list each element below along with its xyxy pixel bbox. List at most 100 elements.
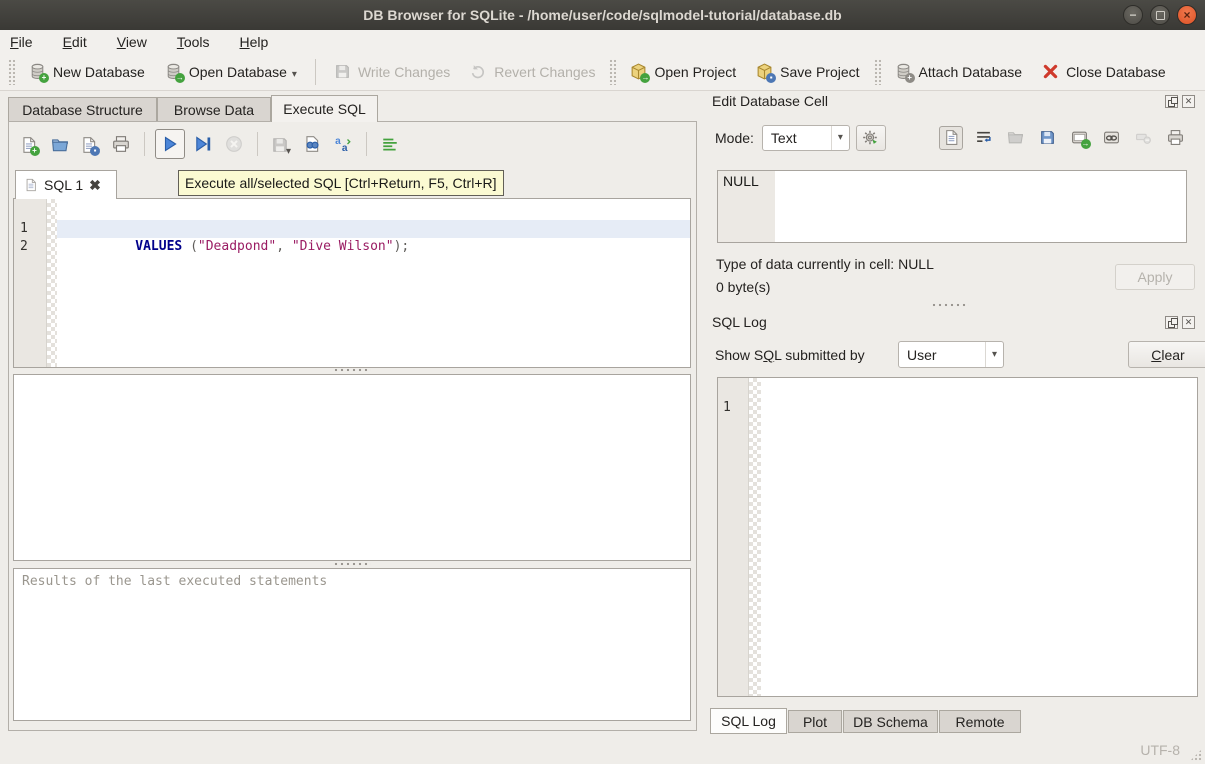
menu-tools[interactable]: Tools [177,34,210,50]
new-database-label: New Database [53,64,145,80]
bottom-tab-db-schema[interactable]: DB Schema [843,710,938,733]
query-results-grid[interactable] [13,374,691,561]
text-document-icon [943,129,960,146]
code-line-2-current[interactable]: 2VALUES ("Deadpond", "Dive Wilson"); [57,220,690,238]
clear-log-button[interactable]: Clear [1128,341,1205,368]
open-sql-file-button[interactable] [46,131,72,157]
print-sql-button[interactable] [108,131,134,157]
line-number: 2 [20,238,46,256]
bottom-tab-sql-log[interactable]: SQL Log [710,708,787,734]
save-project-button[interactable]: ▪ Save Project [746,58,869,85]
word-wrap-toggle-button[interactable] [377,131,403,157]
mode-select[interactable]: Text ▾ [762,125,850,151]
stop-execution-button[interactable] [221,131,247,157]
set-null-button[interactable] [1131,126,1155,150]
open-project-icon: → [630,63,647,80]
close-database-button[interactable]: Close Database [1032,58,1176,85]
attach-database-button[interactable]: + Attach Database [885,58,1033,85]
execute-all-icon [161,135,179,153]
new-sql-tab-button[interactable]: + [15,131,41,157]
menu-file[interactable]: File [10,34,33,50]
tab-execute-sql-label: Execute SQL [283,101,366,117]
tab-browse-data[interactable]: Browse Data [157,97,271,122]
execute-current-line-button[interactable] [190,131,216,157]
execution-status-pane[interactable]: Results of the last executed statements [13,568,691,721]
splitter-handle[interactable] [13,561,691,567]
revert-changes-button[interactable]: Revert Changes [460,58,605,85]
edit-cell-dock-title: Edit Database Cell [712,93,828,109]
bottom-tab-remote[interactable]: Remote [939,710,1021,733]
float-dock-icon[interactable] [1165,316,1178,329]
cell-editor-toolbar: → [939,124,1187,151]
cell-value-editor[interactable]: NULL [717,170,1187,243]
toolbar-drag-handle[interactable] [874,59,881,85]
close-dock-icon[interactable]: ✕ [1182,316,1195,329]
save-sql-file-button[interactable]: ▪▾ [77,131,103,157]
apply-mode-button[interactable] [856,125,886,151]
open-in-external-button[interactable]: → [1067,126,1091,150]
write-changes-button[interactable]: Write Changes [324,58,460,85]
maximize-button[interactable] [1150,5,1170,25]
save-project-icon: ▪ [756,63,773,80]
write-changes-label: Write Changes [358,64,450,80]
sql-log-view[interactable]: 1 [717,377,1198,697]
word-wrap-icon [381,135,399,153]
word-wrap-icon [975,129,992,146]
menu-view[interactable]: View [117,34,147,50]
app-window: DB Browser for SQLite - /home/user/code/… [0,0,1205,764]
find-icon [303,135,321,153]
sql-editor-tab[interactable]: SQL 1 ✖ [15,170,117,199]
open-sql-file-icon [51,136,68,153]
close-button[interactable]: × [1177,5,1197,25]
apply-button[interactable]: Apply [1115,264,1195,290]
execute-all-button[interactable] [155,129,185,159]
open-database-icon: → [165,63,182,80]
code-line-1[interactable]: 1INSERT INTO "hero" ("name", "secret_nam… [57,202,690,220]
print-icon [112,135,130,153]
text-view-toggle-button[interactable] [939,126,963,150]
open-database-label: Open Database [189,64,287,80]
bottom-tab-plot[interactable]: Plot [788,710,842,733]
word-wrap-button[interactable] [971,126,995,150]
toolbar-drag-handle[interactable] [8,59,15,85]
tab-execute-sql[interactable]: Execute SQL [271,95,378,122]
sql-code-editor[interactable]: 1INSERT INTO "hero" ("name", "secret_nam… [13,198,691,368]
export-data-button[interactable] [1035,126,1059,150]
import-data-button[interactable] [1003,126,1027,150]
cell-editor-gutter: NULL [718,171,775,242]
log-filter-select[interactable]: User ▾ [898,341,1004,368]
float-dock-icon[interactable] [1165,95,1178,108]
auto-format-icon [334,135,352,153]
toolbar-drag-handle[interactable] [609,59,616,85]
close-sql-tab-icon[interactable]: ✖ [89,177,101,194]
new-database-button[interactable]: + New Database [19,58,155,85]
save-results-icon [271,136,288,153]
sql-log-dock-title: SQL Log [712,314,767,330]
execute-sql-panel: + ▪▾ ▾ SQL 1 ✖ 1INSERT INTO "h [8,121,697,731]
window-controls: − × [1123,5,1197,25]
encoding-indicator[interactable]: UTF-8 [1140,742,1180,758]
auto-format-sql-button[interactable] [330,131,356,157]
link-data-button[interactable] [1099,126,1123,150]
tab-database-structure[interactable]: Database Structure [8,97,157,122]
open-database-button[interactable]: → Open Database ▾ [155,58,307,85]
menu-help[interactable]: Help [240,34,269,50]
titlebar[interactable]: DB Browser for SQLite - /home/user/code/… [0,0,1205,30]
splitter-handle[interactable] [13,367,691,373]
close-dock-icon[interactable]: ✕ [1182,95,1195,108]
open-project-button[interactable]: → Open Project [620,58,746,85]
menu-edit[interactable]: Edit [63,34,87,50]
open-database-dropdown-icon[interactable]: ▾ [292,69,297,80]
sql-log-dock-header[interactable]: SQL Log ✕ [703,313,1197,331]
print-cell-button[interactable] [1163,126,1187,150]
minimize-button[interactable]: − [1123,5,1143,25]
edit-cell-dock-header[interactable]: Edit Database Cell ✕ [703,92,1197,110]
save-results-button[interactable]: ▾ [268,131,294,157]
new-sql-tab-icon: + [20,136,37,153]
cell-size-text: 0 byte(s) [716,279,770,295]
toolbar-separator [315,59,316,85]
open-project-label: Open Project [654,64,736,80]
dock-splitter-handle[interactable] [703,302,1197,308]
clear-button-label: Clear [1151,347,1184,363]
find-in-sql-button[interactable] [299,131,325,157]
